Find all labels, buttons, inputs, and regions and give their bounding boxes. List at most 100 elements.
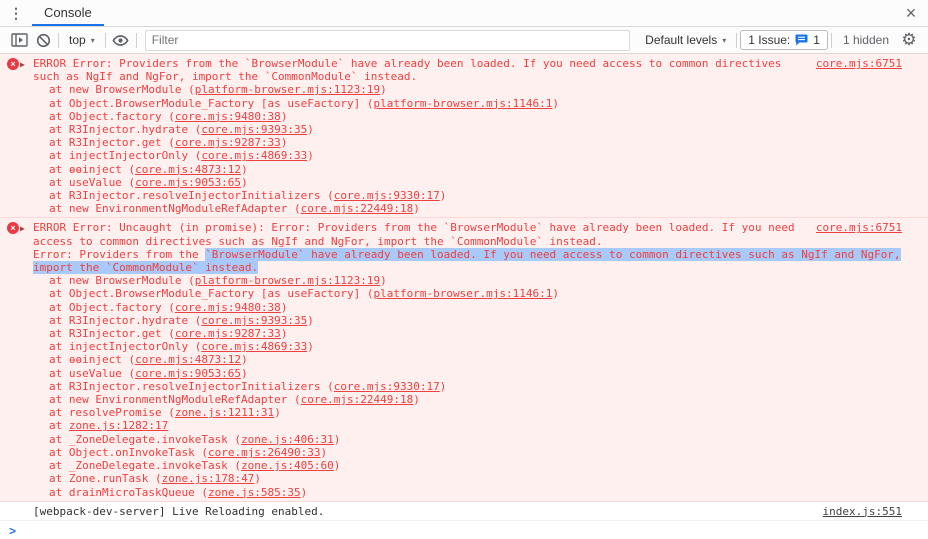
chevron-down-icon: ▾ [722, 35, 727, 45]
source-link[interactable]: core.mjs:4873:12 [135, 353, 241, 366]
message-line: ▶ ERROR Error: Providers from the `Browse… [20, 57, 816, 70]
source-link[interactable]: core.mjs:9287:33 [175, 136, 281, 149]
stack-frame: at resolvePromise (zone.js:1211:31) [49, 406, 281, 420]
kebab-menu-icon[interactable]: ⋮ [0, 5, 32, 22]
stack-frame: at _ZoneDelegate.invokeTask (zone.js:405… [49, 459, 341, 473]
source-link[interactable]: core.mjs:9393:35 [201, 314, 307, 327]
eye-icon [112, 34, 129, 47]
message-text: [webpack-dev-server] Live Reloading enab… [33, 504, 325, 518]
selected-text: import the `CommonModule` instead. [33, 261, 259, 275]
expand-triangle-icon[interactable]: ▶ [20, 222, 25, 235]
source-link[interactable]: zone.js:1211:31 [175, 406, 274, 419]
stack-frame: at new EnvironmentNgModuleRefAdapter (co… [49, 202, 420, 216]
stack-frame: at new BrowserModule (platform-browser.m… [49, 274, 387, 288]
toolbar-divider [58, 32, 59, 48]
context-selector[interactable]: top ▾ [62, 33, 102, 47]
clear-console-button[interactable] [31, 29, 55, 51]
toolbar-divider [736, 32, 738, 48]
console-toolbar: top ▾ Default levels ▾ 1 Issue: 1 1 hidd… [0, 27, 928, 54]
message-text: ERROR Error: Providers from the `Browser… [33, 57, 782, 70]
message-text: Error: Providers from the [33, 247, 206, 261]
message-text: such as NgIf and NgFor, import the `Comm… [33, 70, 418, 84]
source-link[interactable]: platform-browser.mjs:1146:1 [374, 97, 553, 110]
source-link[interactable]: platform-browser.mjs:1123:19 [195, 274, 380, 287]
source-link[interactable]: core.mjs:6751 [816, 57, 902, 70]
console-message: × core.mjs:6751 ▶ ERROR Error: Providers fr… [0, 54, 928, 219]
stack-frame: at R3Injector.resolveInjectorInitializer… [49, 189, 447, 203]
stack-frame: at new EnvironmentNgModuleRefAdapter (co… [49, 393, 420, 407]
source-link[interactable]: core.mjs:26490:33 [208, 446, 321, 459]
stack-frame: at Object.factory (core.mjs:9480:38) [49, 109, 288, 123]
stack-frame: at injectInjectorOnly (core.mjs:4869:33) [49, 149, 314, 163]
log-levels-label: Default levels [645, 33, 718, 47]
message-text: access to common directives such as NgIf… [33, 234, 603, 248]
message-line: Error: Providers from the `BrowserModule… [33, 247, 901, 261]
live-expression-button[interactable] [109, 29, 133, 51]
source-link[interactable]: core.mjs:9053:65 [135, 176, 241, 189]
toolbar-divider [830, 32, 832, 48]
stack-frame: at Object.factory (core.mjs:9480:38) [49, 300, 288, 314]
message-line: [webpack-dev-server] Live Reloading enab… [33, 505, 816, 518]
stack-frame: at Object.BrowserModule_Factory [as useF… [49, 287, 559, 301]
selected-text: `BrowserModule` have already been loaded… [205, 247, 901, 261]
stack-frame: at _ZoneDelegate.invokeTask (zone.js:406… [49, 432, 341, 446]
issue-chat-icon [795, 34, 808, 46]
source-link[interactable]: zone.js:405:60 [241, 459, 334, 472]
source-link[interactable]: index.js:551 [823, 505, 902, 518]
source-link[interactable]: core.mjs:22449:18 [301, 393, 414, 406]
source-link[interactable]: core.mjs:9393:35 [201, 123, 307, 136]
source-link[interactable]: core.mjs:9480:38 [175, 301, 281, 314]
tab-console[interactable]: Console [32, 0, 104, 26]
source-link[interactable]: zone.js:178:47 [162, 472, 255, 485]
issues-label: 1 Issue: [748, 33, 791, 47]
message-line: such as NgIf and NgFor, import the `Comm… [33, 70, 816, 83]
stack-frame: at useValue (core.mjs:9053:65) [49, 366, 248, 380]
context-selector-label: top [69, 33, 86, 47]
toolbar-divider [104, 32, 106, 48]
stack-frame: at zone.js:1282:17 [49, 419, 169, 433]
source-link[interactable]: core.mjs:22449:18 [301, 202, 414, 215]
source-link[interactable]: core.mjs:9330:17 [334, 380, 440, 393]
stack-frame: at R3Injector.hydrate (core.mjs:9393:35) [49, 123, 314, 137]
console-sidebar-toggle-button[interactable] [7, 29, 31, 51]
message-line: ▶ ERROR Error: Uncaught (in promise): Err… [20, 221, 816, 235]
log-levels-dropdown[interactable]: Default levels ▾ [638, 33, 733, 47]
message-line: import the `CommonModule` instead. [33, 261, 816, 275]
message-line: access to common directives such as NgIf… [33, 235, 816, 248]
source-link[interactable]: core.mjs:9053:65 [135, 367, 241, 380]
source-link[interactable]: platform-browser.mjs:1123:19 [195, 83, 380, 96]
expand-triangle-icon[interactable]: ▶ [20, 58, 25, 71]
source-link[interactable]: core.mjs:4873:12 [135, 163, 241, 176]
source-link[interactable]: zone.js:406:31 [241, 433, 334, 446]
stack-frame: at ɵɵinject (core.mjs:4873:12) [49, 162, 248, 176]
source-link[interactable]: core.mjs:4869:33 [201, 149, 307, 162]
tab-console-label: Console [44, 4, 92, 20]
console-prompt[interactable]: > [0, 521, 928, 539]
stack-frame: at Zone.runTask (zone.js:178:47) [49, 472, 261, 486]
source-link[interactable]: core.mjs:9287:33 [175, 327, 281, 340]
hidden-messages-label: 1 hidden [842, 33, 889, 47]
source-link[interactable]: zone.js:1282:17 [69, 419, 168, 432]
message-text: ERROR Error: Uncaught (in promise): Erro… [33, 221, 795, 235]
console-panel: × core.mjs:6751 ▶ ERROR Error: Providers fr… [0, 54, 928, 539]
issues-counter-button[interactable]: 1 Issue: 1 [740, 30, 828, 50]
console-output: × core.mjs:6751 ▶ ERROR Error: Providers fr… [0, 54, 928, 521]
stack-frame: at new BrowserModule (platform-browser.m… [49, 83, 387, 97]
chevron-down-icon: ▾ [90, 35, 95, 45]
source-link[interactable]: core.mjs:4869:33 [201, 340, 307, 353]
show-console-sidebar-icon [10, 33, 28, 47]
stack-frame: at ɵɵinject (core.mjs:4873:12) [49, 353, 248, 367]
stack-frame: at drainMicroTaskQueue (zone.js:585:35) [49, 485, 308, 499]
source-link[interactable]: core.mjs:9330:17 [334, 189, 440, 202]
error-icon: × [7, 222, 19, 235]
source-link[interactable]: platform-browser.mjs:1146:1 [374, 287, 553, 300]
source-link[interactable]: core.mjs:9480:38 [175, 110, 281, 123]
prompt-chevron-icon: > [9, 523, 17, 538]
stack-frame: at R3Injector.resolveInjectorInitializer… [49, 379, 447, 393]
close-icon[interactable]: × [894, 4, 928, 22]
source-link[interactable]: zone.js:585:35 [208, 486, 301, 499]
filter-input[interactable] [144, 29, 631, 51]
source-link[interactable]: core.mjs:6751 [816, 221, 902, 234]
settings-button[interactable]: ⚙ [897, 29, 921, 51]
stack-frame: at R3Injector.get (core.mjs:9287:33) [49, 136, 288, 150]
